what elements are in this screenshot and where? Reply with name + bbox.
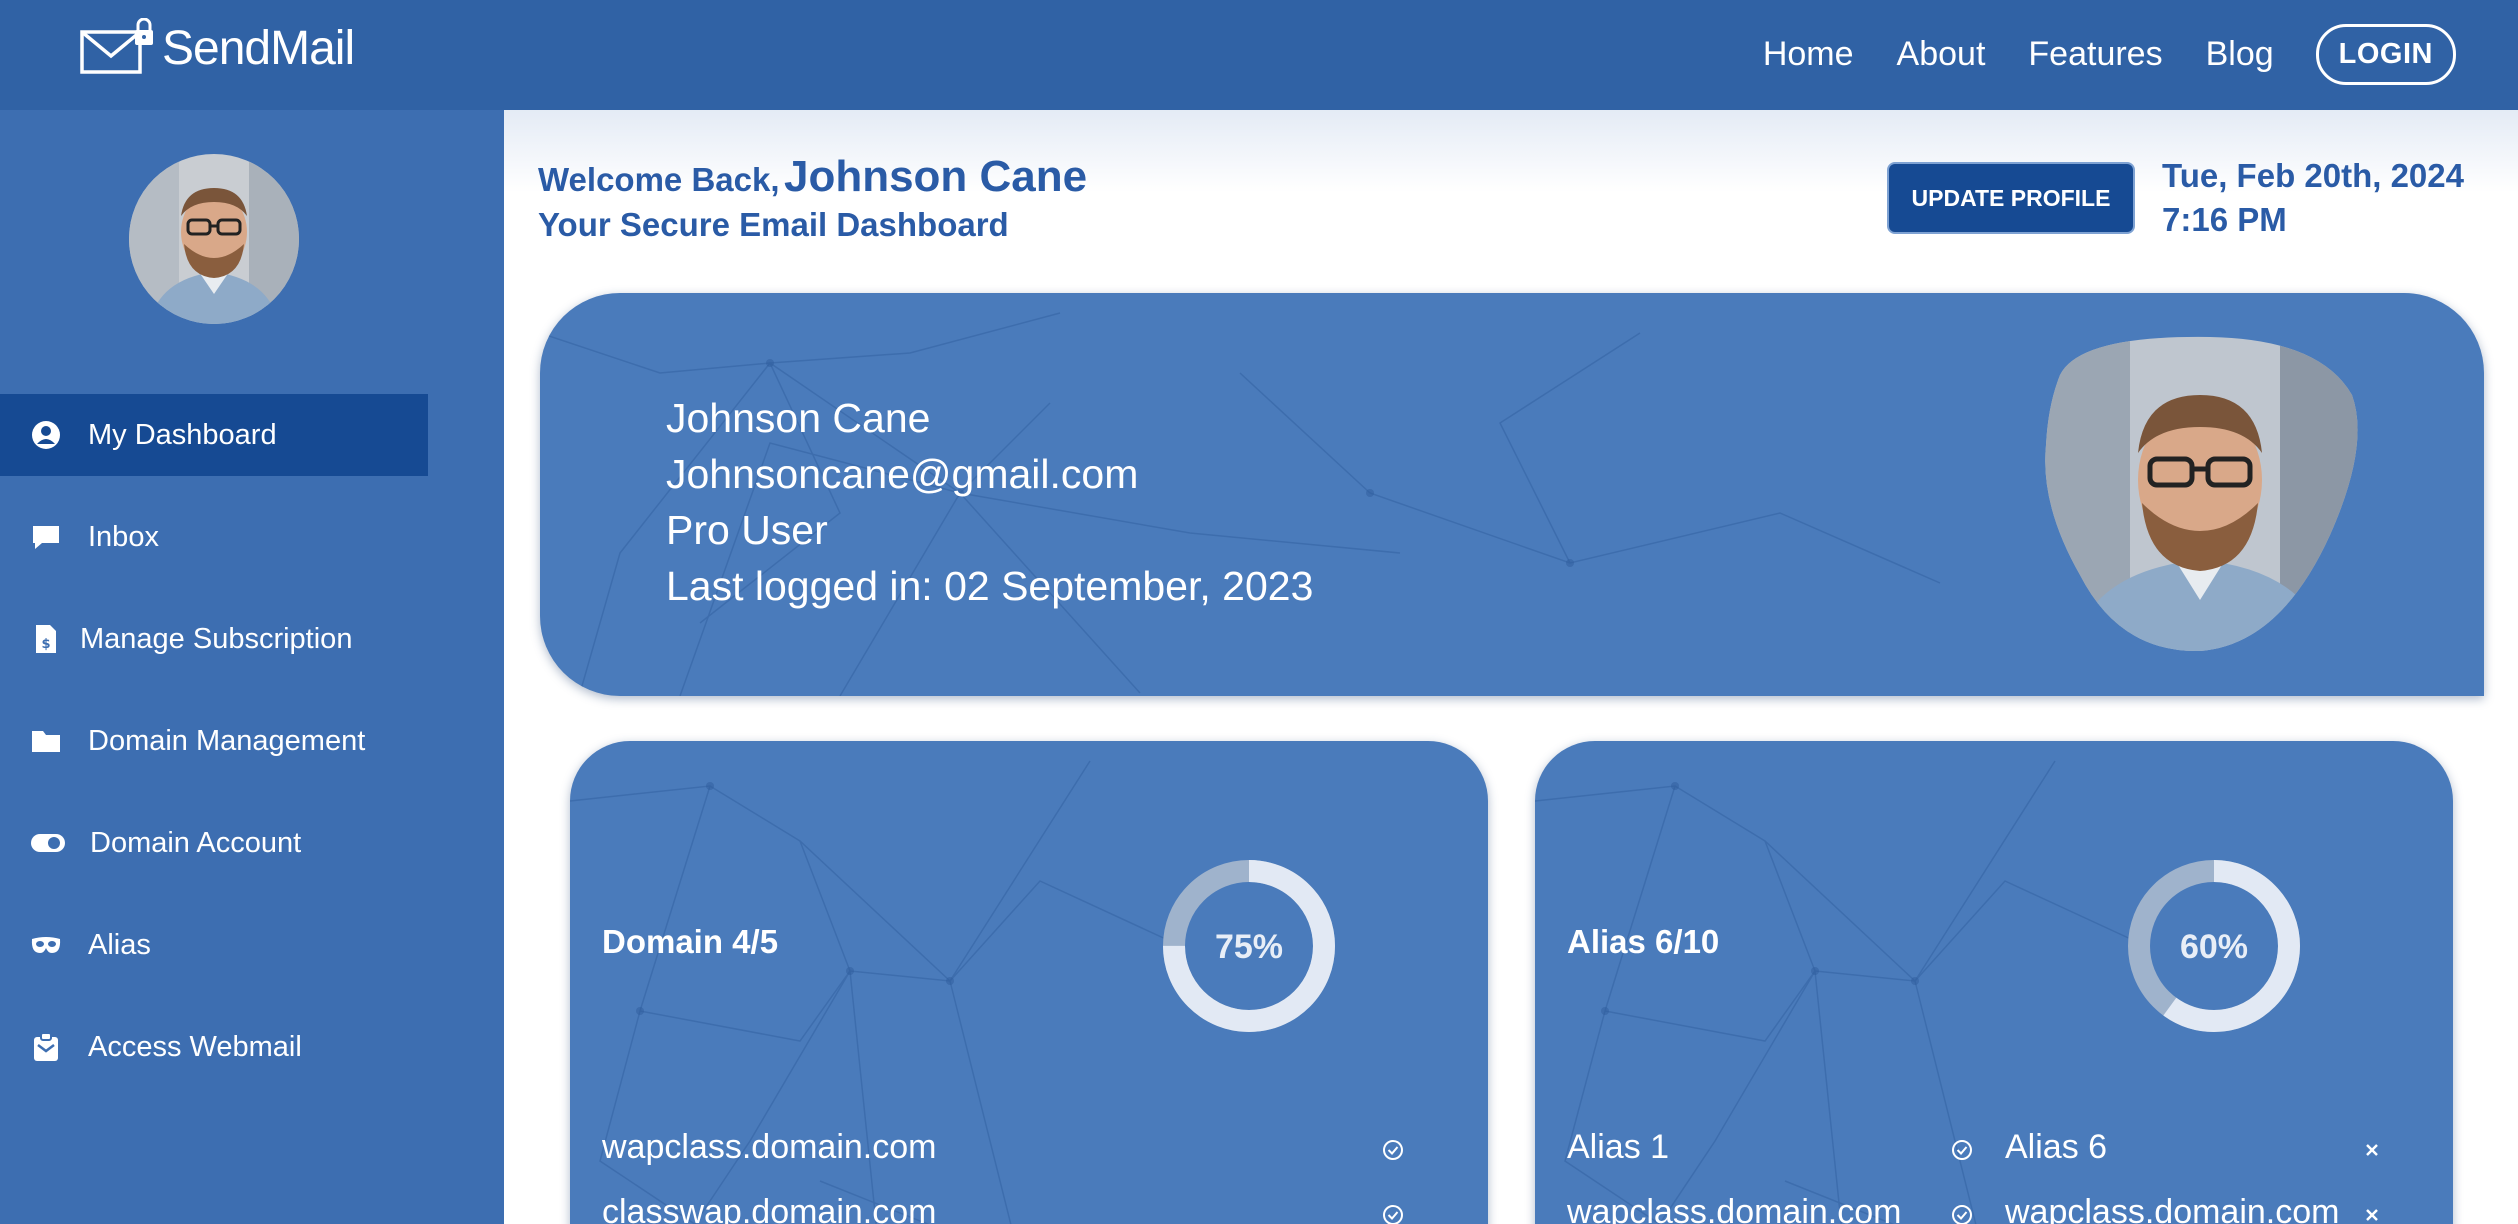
sidebar-item-label: Manage Subscription [80,622,353,655]
domain-count-title: Domain 4/5 [602,923,779,960]
profile-last-login: Last logged in: 02 September, 2023 [666,563,1314,609]
mail-lock-icon [80,18,153,74]
nav-about[interactable]: About [1897,35,1986,74]
profile-name: Johnson Cane [666,395,931,441]
alias-usage-percent: 60% [2180,928,2248,966]
user-circle-icon [32,421,60,449]
nav-home[interactable]: Home [1763,35,1854,74]
network-pattern [1535,760,2136,1224]
toggle-icon [31,834,65,852]
folder-icon [32,731,60,752]
sidebar-item-label: Domain Account [90,826,302,859]
sidebar: My Dashboard Inbox $ Manage Subscription… [0,110,504,1224]
sidebar-item-domain-management[interactable]: Domain Management [0,700,428,782]
sidebar-item-access-webmail[interactable]: Access Webmail [0,1006,428,1088]
avatar-photo [129,154,299,324]
top-navbar: SendMail Home About Features Blog LOGIN [0,0,2518,110]
domain-item-name: classwap.domain.com [602,1193,937,1224]
sidebar-item-alias[interactable]: Alias [0,904,428,986]
update-profile-button[interactable]: UPDATE PROFILE [1887,162,2135,234]
profile-photo[interactable] [2040,335,2360,653]
check-circle-icon [1383,1205,1403,1224]
profile-card: Johnson Cane Johnsoncane@gmail.com Pro U… [540,293,2484,696]
sidebar-item-label: Alias [88,928,151,961]
alias-item-name: wapclass.domain.com [1567,1193,1902,1224]
domain-usage-donut: 75% [1163,860,1335,1032]
current-time: 7:16 PM [2162,201,2287,238]
alias-count-title: Alias 6/10 [1567,923,1720,960]
welcome-prefix: Welcome Back, [538,161,780,198]
sidebar-item-label: Inbox [88,520,159,553]
profile-plan: Pro User [666,507,828,553]
profile-email: Johnsoncane@gmail.com [666,451,1139,497]
domain-item-name: wapclass.domain.com [602,1128,937,1166]
sidebar-item-label: Access Webmail [88,1030,302,1063]
check-circle-icon [1952,1140,1972,1160]
brand-name: SendMail [162,21,355,75]
alias-item-name: wapclass.domain.com [2005,1193,2340,1224]
mask-icon [31,937,61,953]
brand-logo[interactable]: SendMail [80,18,355,78]
current-date: Tue, Feb 20th, 2024 [2162,157,2464,194]
dashboard-header: Welcome Back, Johnson Cane Your Secure E… [504,110,2518,260]
welcome-user-name: Johnson Cane [783,152,1088,201]
nav-blog[interactable]: Blog [2206,35,2274,74]
sidebar-item-manage-subscription[interactable]: $ Manage Subscription [0,598,428,680]
current-datetime: Tue, Feb 20th, 2024 7:16 PM [2162,154,2464,242]
welcome-message: Welcome Back, Johnson Cane [538,152,1087,202]
avatar[interactable] [129,154,299,324]
page-subtitle: Your Secure Email Dashboard [538,206,1009,243]
webmail-icon [34,1032,58,1061]
nav-features[interactable]: Features [2028,35,2162,74]
sidebar-item-domain-account[interactable]: Domain Account [0,802,428,884]
profile-details: Johnson Cane Johnsoncane@gmail.com Pro U… [666,390,1313,614]
chat-bubble-icon [33,526,59,549]
alias-item-name: Alias 1 [1567,1128,1670,1166]
close-icon[interactable] [2361,1204,2383,1224]
domain-usage-card: Domain 4/5 75% wapclass.domain.com class… [570,741,1488,1224]
login-button[interactable]: LOGIN [2315,24,2456,85]
sidebar-item-label: My Dashboard [88,418,277,451]
sidebar-item-label: Domain Management [88,724,366,757]
domain-usage-percent: 75% [1215,928,1283,966]
svg-text:$: $ [41,637,50,652]
check-circle-icon [1952,1205,1972,1224]
sidebar-item-inbox[interactable]: Inbox [0,496,428,578]
close-icon[interactable] [2361,1139,2383,1161]
check-circle-icon [1383,1140,1403,1160]
sidebar-item-my-dashboard[interactable]: My Dashboard [0,394,428,476]
alias-item-name: Alias 6 [2005,1128,2108,1166]
invoice-dollar-icon: $ [36,625,56,653]
alias-usage-card: Alias 6/10 60% Alias 1 Alias 6 wapclass.… [1535,741,2453,1224]
alias-usage-donut: 60% [2128,860,2300,1032]
nav-links: Home About Features Blog LOGIN [1720,24,2456,85]
